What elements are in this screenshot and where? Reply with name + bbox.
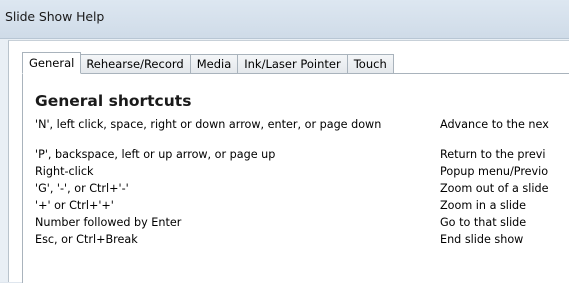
shortcut-keys: 'N', left click, space, right or down ar… [35,118,382,131]
tab-ink-laser-pointer[interactable]: Ink/Laser Pointer [238,54,348,74]
shortcut-action: Return to the previ [440,148,546,161]
shortcut-action: Advance to the nex [440,118,549,131]
shortcut-keys: Number followed by Enter [35,216,182,229]
shortcut-keys: 'P', backspace, left or up arrow, or pag… [35,148,276,161]
shortcut-keys: '+' or Ctrl+'+' [35,199,114,212]
shortcut-action: Zoom in a slide [440,199,527,212]
window-title: Slide Show Help [5,9,105,24]
slide-show-help-window: Slide Show Help General Rehearse/Record … [0,0,569,283]
tab-rehearse-record[interactable]: Rehearse/Record [80,54,191,74]
tab-media[interactable]: Media [190,54,239,74]
shortcut-keys: Esc, or Ctrl+Break [35,233,138,246]
section-heading: General shortcuts [35,92,192,110]
title-bar[interactable]: Slide Show Help [0,0,569,39]
tab-touch[interactable]: Touch [347,54,394,74]
shortcut-keys: 'G', '-', or Ctrl+'-' [35,182,129,195]
shortcut-action: Go to that slide [440,216,527,229]
tab-strip: General Rehearse/Record Media Ink/Laser … [22,52,394,74]
shortcut-keys: Right-click [35,165,94,178]
general-tab-panel: General shortcuts 'N', left click, space… [22,74,569,283]
shortcut-action: Popup menu/Previo [440,165,549,178]
dialog-content: General Rehearse/Record Media Ink/Laser … [8,40,569,283]
shortcut-action: Zoom out of a slide [440,182,549,195]
tab-general[interactable]: General [22,52,82,74]
shortcut-action: End slide show [440,233,524,246]
